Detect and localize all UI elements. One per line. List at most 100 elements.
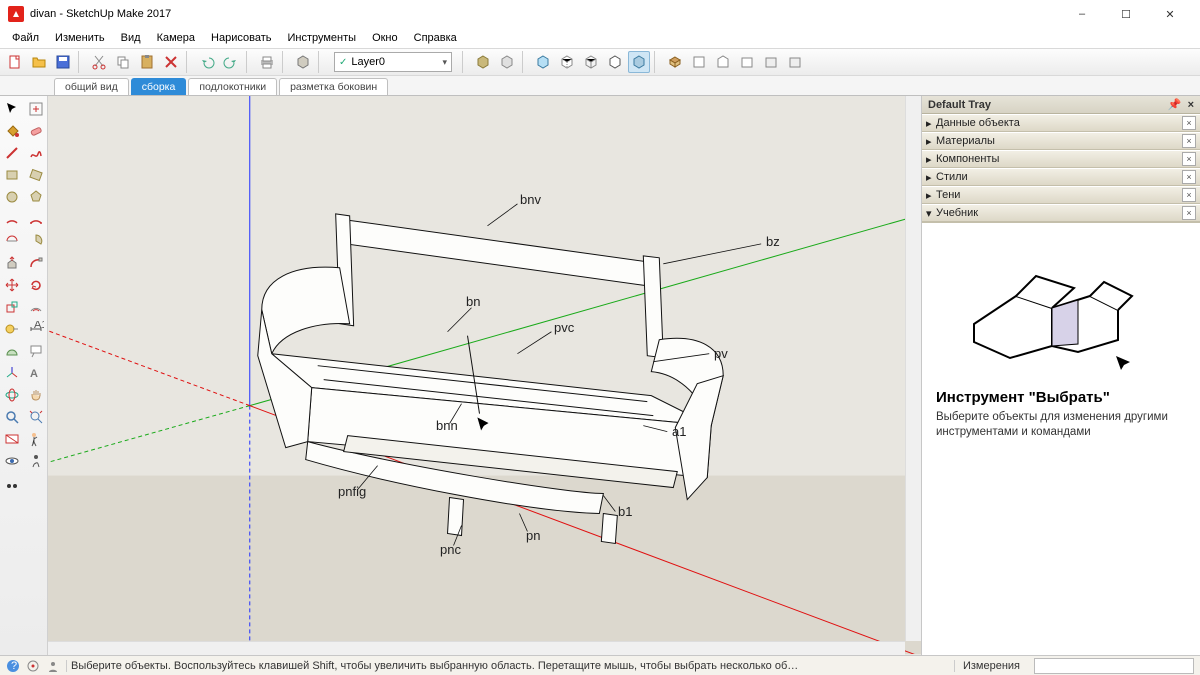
wireframe-icon[interactable]: [580, 51, 602, 73]
pin-icon[interactable]: 📌: [1168, 98, 1182, 111]
menu-bar: Файл Изменить Вид Камера Нарисовать Инст…: [0, 28, 1200, 48]
iso-view-icon[interactable]: [664, 51, 686, 73]
shaded-icon[interactable]: [472, 51, 494, 73]
panel-shadows[interactable]: ▸Тени×: [922, 186, 1200, 204]
panel-close-icon[interactable]: ×: [1182, 206, 1196, 220]
shaded-textures-icon[interactable]: [496, 51, 518, 73]
make-component-icon[interactable]: [24, 98, 48, 120]
select-tool-icon[interactable]: [0, 98, 24, 120]
undo-icon[interactable]: [196, 51, 218, 73]
pie-tool-icon[interactable]: [24, 230, 48, 252]
3dtext-icon[interactable]: A: [24, 362, 48, 384]
tray-close-icon[interactable]: ×: [1188, 99, 1194, 111]
xray-icon[interactable]: [532, 51, 554, 73]
scene-tab-armrests[interactable]: подлокотники: [188, 78, 277, 95]
paint-bucket-icon[interactable]: [0, 120, 24, 142]
panel-styles[interactable]: ▸Стили×: [922, 168, 1200, 186]
eraser-icon[interactable]: [24, 120, 48, 142]
backedges-icon[interactable]: [556, 51, 578, 73]
paste-icon[interactable]: [136, 51, 158, 73]
right-view-icon[interactable]: [736, 51, 758, 73]
rectangle-tool-icon[interactable]: [0, 164, 24, 186]
monochrome-icon[interactable]: [628, 51, 650, 73]
menu-tools[interactable]: Инструменты: [279, 30, 364, 46]
scene-tab-assembly[interactable]: сборка: [131, 78, 187, 95]
status-hint: Выберите объекты. Воспользуйтесь клавише…: [66, 660, 948, 672]
arc-tool-icon[interactable]: [0, 208, 24, 230]
line-tool-icon[interactable]: [0, 142, 24, 164]
back-view-icon[interactable]: [760, 51, 782, 73]
cut-icon[interactable]: [88, 51, 110, 73]
front-view-icon[interactable]: [712, 51, 734, 73]
protractor-icon[interactable]: [0, 340, 24, 362]
sandbox-icon[interactable]: [0, 472, 24, 494]
maximize-button[interactable]: ☐: [1104, 0, 1148, 28]
menu-camera[interactable]: Камера: [149, 30, 203, 46]
rotate-tool-icon[interactable]: [24, 274, 48, 296]
tray-titlebar[interactable]: Default Tray 📌 ×: [922, 96, 1200, 114]
delete-icon[interactable]: [160, 51, 182, 73]
panel-close-icon[interactable]: ×: [1182, 152, 1196, 166]
close-button[interactable]: ✕: [1148, 0, 1192, 28]
panel-close-icon[interactable]: ×: [1182, 188, 1196, 202]
panel-close-icon[interactable]: ×: [1182, 170, 1196, 184]
viewport-3d[interactable]: bnv bz bn pvc pv bnn a1 pnfig b1 pn pnc: [48, 96, 922, 655]
menu-file[interactable]: Файл: [4, 30, 47, 46]
panel-close-icon[interactable]: ×: [1182, 116, 1196, 130]
menu-window[interactable]: Окно: [364, 30, 406, 46]
zoom-icon[interactable]: [0, 406, 24, 428]
panel-materials[interactable]: ▸Материалы×: [922, 132, 1200, 150]
axes-tool-icon[interactable]: [0, 362, 24, 384]
new-file-icon[interactable]: [4, 51, 26, 73]
help-icon[interactable]: ?: [6, 659, 20, 673]
arc2-tool-icon[interactable]: [24, 208, 48, 230]
pan-icon[interactable]: [24, 384, 48, 406]
redo-icon[interactable]: [220, 51, 242, 73]
vertical-scrollbar[interactable]: [905, 96, 921, 641]
pushpull-icon[interactable]: [0, 252, 24, 274]
menu-draw[interactable]: Нарисовать: [203, 30, 279, 46]
print-icon[interactable]: [256, 51, 278, 73]
menu-edit[interactable]: Изменить: [47, 30, 113, 46]
tape-measure-icon[interactable]: [0, 318, 24, 340]
measurements-input[interactable]: [1034, 658, 1194, 674]
geo-icon[interactable]: [26, 659, 40, 673]
position-camera-icon[interactable]: [24, 428, 48, 450]
panel-close-icon[interactable]: ×: [1182, 134, 1196, 148]
hidden-line-icon[interactable]: [604, 51, 626, 73]
polygon-tool-icon[interactable]: [24, 186, 48, 208]
circle-tool-icon[interactable]: [0, 186, 24, 208]
freehand-icon[interactable]: [24, 142, 48, 164]
panel-components[interactable]: ▸Компоненты×: [922, 150, 1200, 168]
save-icon[interactable]: [52, 51, 74, 73]
followme-icon[interactable]: [24, 252, 48, 274]
scale-tool-icon[interactable]: [0, 296, 24, 318]
credits-icon[interactable]: [46, 659, 60, 673]
move-tool-icon[interactable]: [0, 274, 24, 296]
top-view-icon[interactable]: [688, 51, 710, 73]
copy-icon[interactable]: [112, 51, 134, 73]
section-plane-icon[interactable]: [0, 428, 24, 450]
walk-icon[interactable]: [24, 450, 48, 472]
dimension-icon[interactable]: A1: [24, 318, 48, 340]
menu-view[interactable]: Вид: [113, 30, 149, 46]
orbit-icon[interactable]: [0, 384, 24, 406]
rotated-rect-icon[interactable]: [24, 164, 48, 186]
offset-tool-icon[interactable]: [24, 296, 48, 318]
open-file-icon[interactable]: [28, 51, 50, 73]
menu-help[interactable]: Справка: [406, 30, 465, 46]
left-view-icon[interactable]: [784, 51, 806, 73]
panel-entity-info[interactable]: ▸Данные объекта×: [922, 114, 1200, 132]
text-tool-icon[interactable]: [24, 340, 48, 362]
look-around-icon[interactable]: [0, 450, 24, 472]
zoom-extents-icon[interactable]: [24, 406, 48, 428]
arc3-tool-icon[interactable]: [0, 230, 24, 252]
scene-tab-sidemarks[interactable]: разметка боковин: [279, 78, 388, 95]
model-info-icon[interactable]: [292, 51, 314, 73]
minimize-button[interactable]: –: [1060, 0, 1104, 28]
panel-instructor[interactable]: ▾Учебник×: [922, 204, 1200, 222]
scene-tab-overview[interactable]: общий вид: [54, 78, 129, 95]
extension-icon[interactable]: [24, 472, 48, 494]
layer-dropdown[interactable]: ✓ Layer0 ▾: [334, 52, 452, 72]
horizontal-scrollbar[interactable]: [48, 641, 905, 655]
